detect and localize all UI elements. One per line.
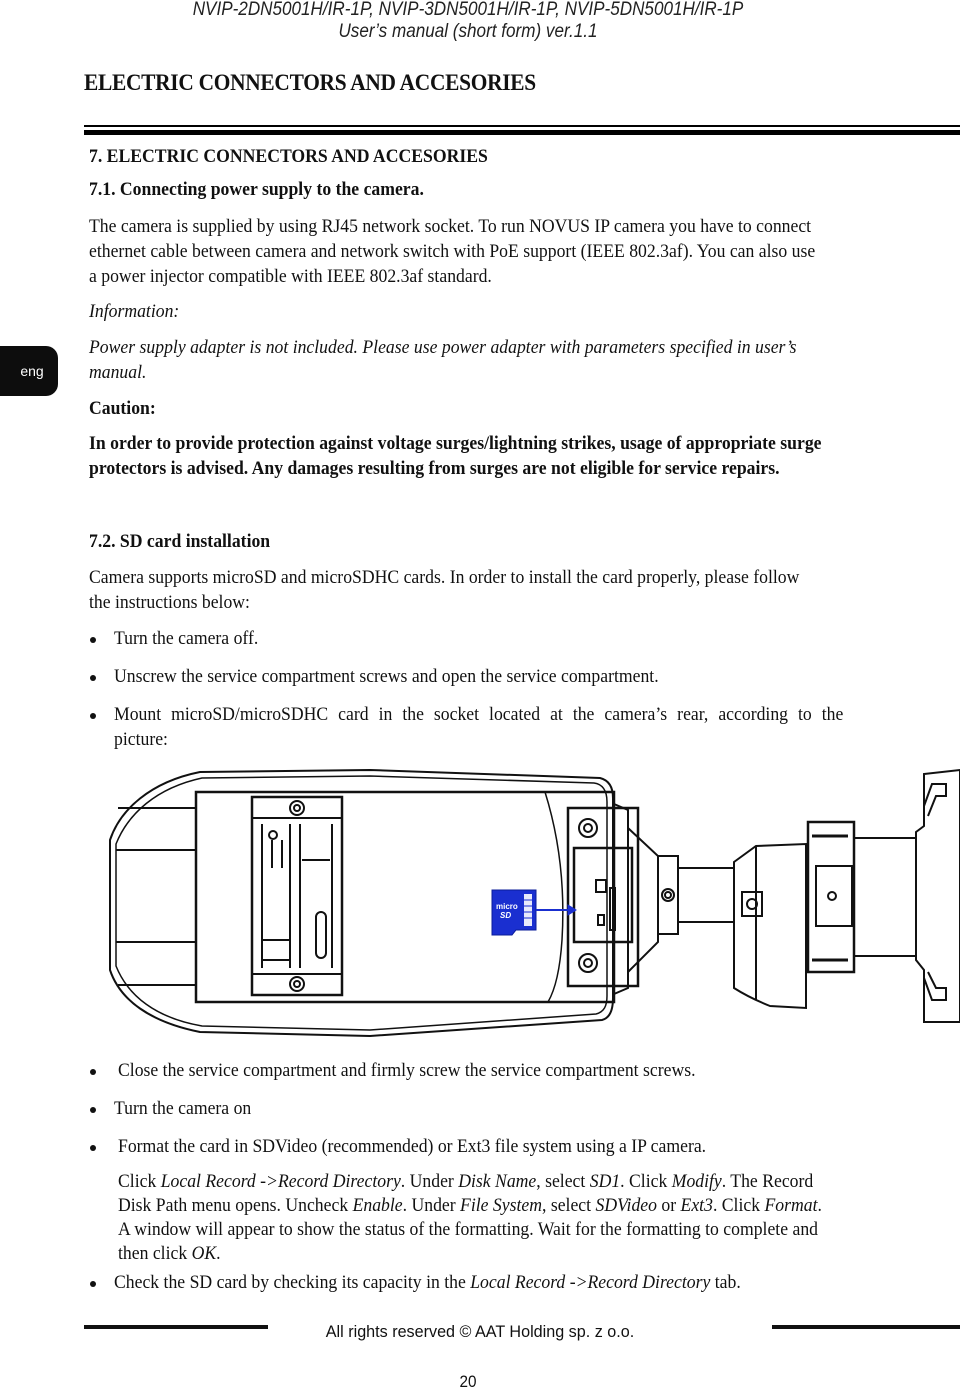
microsd-card-logo: SD — [500, 911, 511, 920]
text-run: . Under — [400, 1171, 459, 1192]
text-run: Click — [118, 1171, 161, 1192]
step-item: Turn the camera on — [114, 1098, 252, 1119]
section-heading: 7. ELECTRIC CONNECTORS AND ACCESORIES — [89, 146, 488, 167]
language-tab-label: eng — [20, 363, 44, 379]
power-paragraph-line: The camera is supplied by using RJ45 net… — [89, 216, 812, 237]
step-item: Close the service compartment and firmly… — [118, 1060, 696, 1081]
text-run: . — [216, 1243, 221, 1264]
text-run: or — [656, 1195, 681, 1216]
camera-body-panel — [194, 790, 616, 1004]
menu-path-local-record: Local Record ->Record Directory — [160, 1171, 401, 1192]
format-instructions-line: Disk Path menu opens. Uncheck Enable. Un… — [118, 1194, 822, 1218]
text-run: . Under — [402, 1195, 461, 1216]
ui-term-ext3: Ext3 — [680, 1195, 713, 1216]
cover-curve — [544, 791, 564, 1003]
text-run: . Click — [620, 1171, 672, 1192]
ui-term-modify: Modify — [671, 1171, 722, 1192]
power-paragraph-line: ethernet cable between camera and networ… — [89, 241, 816, 262]
text-run: . — [817, 1195, 822, 1216]
mount-arm — [677, 867, 735, 923]
camera-neck — [613, 803, 629, 995]
bullet-icon — [90, 1145, 96, 1151]
sd-intro-line: Camera supports microSD and microSDHC ca… — [89, 567, 800, 588]
page-number: 20 — [459, 1372, 477, 1391]
text-run: tab. — [710, 1272, 741, 1293]
menu-path-local-record: Local Record ->Record Directory — [470, 1272, 711, 1293]
ui-term-file-system: File System — [460, 1195, 542, 1216]
text-run: then click — [118, 1243, 192, 1264]
camera-housing-outline — [109, 768, 614, 1038]
bullet-icon — [90, 1069, 96, 1075]
step-item: Turn the camera off. — [114, 628, 259, 649]
ui-term-ok: OK — [191, 1243, 217, 1264]
mount-ring — [806, 820, 856, 974]
format-instructions-line: A window will appear to show the status … — [118, 1219, 818, 1240]
footer-copyright: All rights reserved © AAT Holding sp. z … — [325, 1322, 635, 1341]
title-divider-thick — [84, 130, 960, 135]
ui-term-sdvideo: SDVideo — [595, 1195, 657, 1216]
information-label: Information: — [89, 301, 180, 322]
language-tab: eng — [0, 346, 58, 396]
step-item: Unscrew the service compartment screws a… — [114, 666, 659, 687]
text-run: Disk Path menu opens. Uncheck — [118, 1195, 353, 1216]
text-run: , select — [541, 1195, 596, 1216]
power-paragraph-line: a power injector compatible with IEEE 80… — [89, 266, 492, 287]
subsection-heading-sd-card: 7.2. SD card installation — [89, 531, 271, 552]
text-run: . Click — [712, 1195, 765, 1216]
format-instructions-line: then click OK. — [118, 1242, 221, 1266]
bullet-icon — [90, 1281, 96, 1287]
information-text-line: manual. — [89, 362, 147, 383]
camera-sd-installation-figure: micro SD — [80, 760, 960, 1050]
camera-diagram: micro SD — [109, 768, 960, 1038]
step-item-continuation: picture: — [114, 729, 168, 750]
text-run: . The Record — [721, 1171, 814, 1192]
step-item: Check the SD card by checking its capaci… — [114, 1271, 741, 1295]
bullet-icon — [90, 1107, 96, 1113]
sd-intro-line: the instructions below: — [89, 592, 250, 613]
bullet-icon — [90, 675, 96, 681]
bullet-icon — [90, 637, 96, 643]
information-text-line: Power supply adapter is not included. Pl… — [89, 337, 797, 358]
document-title: ELECTRIC CONNECTORS AND ACCESORIES — [84, 70, 536, 95]
header-manual-version: User’s manual (short form) ver.1.1 — [338, 21, 598, 42]
ui-term-sd1: SD1 — [589, 1171, 621, 1192]
battery-compartment — [250, 795, 344, 997]
text-run: Check the SD card by checking its capaci… — [114, 1272, 471, 1293]
sd-card-slot-area — [572, 846, 634, 944]
wall-mount-plate — [915, 768, 960, 1023]
caution-text-line: In order to provide protection against v… — [89, 433, 822, 454]
step-item: Mount microSD/microSDHC card in the sock… — [114, 704, 844, 725]
microsd-card-label: micro — [496, 902, 518, 911]
subsection-heading-power: 7.1. Connecting power supply to the came… — [89, 179, 424, 200]
caution-text-line: protectors is advised. Any damages resul… — [89, 458, 780, 479]
text-run: , select — [536, 1171, 590, 1192]
ui-term-format: Format — [764, 1195, 818, 1216]
step-item: Format the card in SDVideo (recommended)… — [118, 1136, 707, 1157]
title-divider-thin — [84, 125, 960, 127]
ui-term-disk-name: Disk Name — [458, 1171, 537, 1192]
caution-label: Caution: — [89, 398, 156, 419]
format-instructions-line: Click Local Record ->Record Directory. U… — [118, 1170, 813, 1194]
bullet-icon — [90, 713, 96, 719]
header-model-list: NVIP-2DN5001H/IR-1P, NVIP-3DN5001H/IR-1P… — [192, 0, 744, 20]
ui-term-enable: Enable — [352, 1195, 403, 1216]
